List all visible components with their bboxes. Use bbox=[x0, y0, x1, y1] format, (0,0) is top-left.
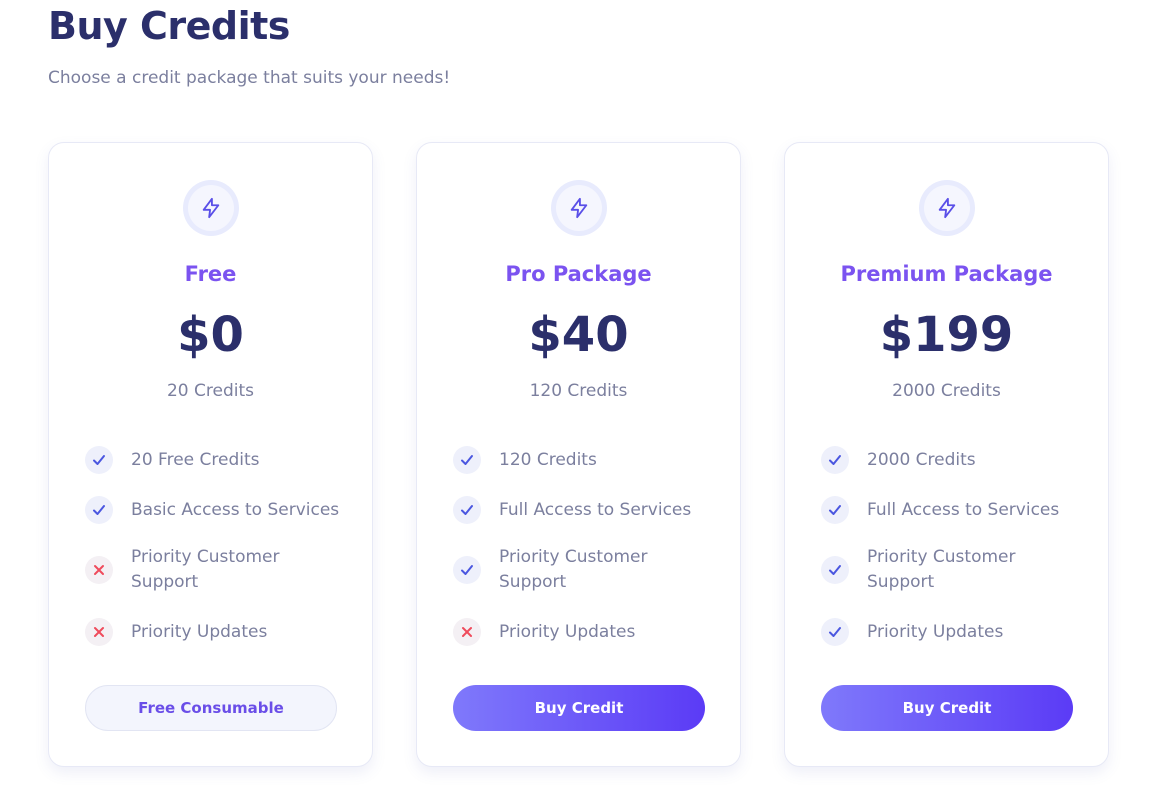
feature-item: 120 Credits bbox=[453, 446, 713, 474]
free-consumable-button[interactable]: Free Consumable bbox=[85, 685, 337, 731]
pricing-cards: Free $0 20 Credits 20 Free Credits Basic… bbox=[48, 142, 1109, 767]
feature-label: Full Access to Services bbox=[499, 499, 692, 520]
feature-item: 20 Free Credits bbox=[85, 446, 345, 474]
feature-item: Full Access to Services bbox=[453, 496, 713, 524]
check-icon bbox=[829, 455, 841, 465]
feature-item: Full Access to Services bbox=[821, 496, 1081, 524]
page-title: Buy Credits bbox=[48, 4, 290, 48]
check-icon bbox=[461, 505, 473, 515]
plan-price: $0 bbox=[177, 307, 244, 363]
plan-name: Premium Package bbox=[840, 262, 1053, 286]
check-icon bbox=[829, 627, 841, 637]
lightning-icon bbox=[938, 197, 955, 219]
check-icon bbox=[461, 565, 473, 575]
plan-credits: 120 Credits bbox=[529, 381, 628, 401]
feature-label: Priority Customer Support bbox=[867, 547, 1016, 592]
plan-card-free: Free $0 20 Credits 20 Free Credits Basic… bbox=[48, 142, 373, 767]
page-subtitle: Choose a credit package that suits your … bbox=[48, 68, 451, 88]
cross-icon bbox=[94, 627, 104, 637]
plan-card-premium: Premium Package $199 2000 Credits 2000 C… bbox=[784, 142, 1109, 767]
plan-name: Free bbox=[184, 262, 237, 286]
feature-label: Priority Updates bbox=[867, 621, 1004, 642]
check-icon bbox=[93, 455, 105, 465]
check-icon bbox=[93, 505, 105, 515]
feature-item: Priority Updates bbox=[85, 618, 345, 646]
plan-icon-badge bbox=[182, 180, 239, 236]
plan-credits: 2000 Credits bbox=[892, 381, 1001, 401]
lightning-icon bbox=[202, 197, 219, 219]
page: Buy Credits Choose a credit package that… bbox=[0, 0, 1168, 790]
feature-item: Priority Updates bbox=[453, 618, 713, 646]
feature-item: Priority Customer Support bbox=[453, 545, 713, 595]
cross-icon bbox=[94, 565, 104, 575]
check-icon bbox=[829, 565, 841, 575]
plan-name: Pro Package bbox=[505, 262, 652, 286]
plan-price: $40 bbox=[528, 307, 629, 363]
feature-item: Priority Updates bbox=[821, 618, 1081, 646]
feature-label: Priority Customer Support bbox=[499, 547, 648, 592]
check-icon bbox=[829, 505, 841, 515]
feature-label: Full Access to Services bbox=[867, 499, 1060, 520]
buy-credit-button[interactable]: Buy Credit bbox=[453, 685, 705, 731]
cross-icon bbox=[462, 627, 472, 637]
feature-label: 120 Credits bbox=[499, 449, 597, 470]
feature-item: Priority Customer Support bbox=[85, 545, 345, 595]
plan-credits: 20 Credits bbox=[166, 381, 255, 401]
feature-item: Priority Customer Support bbox=[821, 545, 1081, 595]
plan-icon-badge bbox=[550, 180, 607, 236]
plan-icon-badge bbox=[918, 180, 975, 236]
lightning-icon bbox=[570, 197, 587, 219]
check-icon bbox=[461, 455, 473, 465]
feature-label: Priority Customer Support bbox=[131, 547, 280, 592]
plan-price: $199 bbox=[879, 307, 1014, 363]
feature-item: Basic Access to Services bbox=[85, 496, 345, 524]
feature-label: 2000 Credits bbox=[867, 449, 976, 470]
feature-item: 2000 Credits bbox=[821, 446, 1081, 474]
feature-label: 20 Free Credits bbox=[131, 449, 260, 470]
buy-credit-button[interactable]: Buy Credit bbox=[821, 685, 1073, 731]
feature-label: Priority Updates bbox=[131, 621, 268, 642]
feature-label: Basic Access to Services bbox=[131, 499, 340, 520]
plan-card-pro: Pro Package $40 120 Credits 120 Credits … bbox=[416, 142, 741, 767]
feature-label: Priority Updates bbox=[499, 621, 636, 642]
